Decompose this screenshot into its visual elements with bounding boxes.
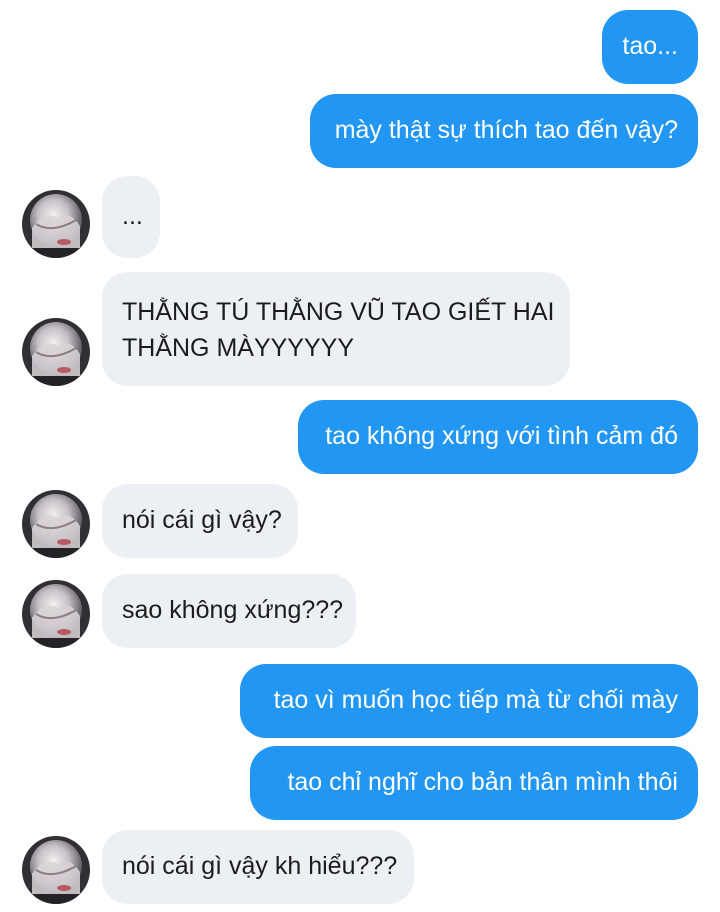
avatar-photo-icon — [22, 490, 90, 558]
avatar-photo-icon — [22, 318, 90, 386]
message-text: ... — [122, 202, 143, 230]
contact-avatar[interactable] — [22, 318, 90, 386]
received-message-bubble[interactable]: THẰNG TÚ THẰNG VŨ TAO GIẾT HAI THẰNG MÀY… — [102, 272, 570, 386]
message-text: mày thật sự thích tao đến vậy? — [334, 116, 678, 144]
message-text: tao chỉ nghĩ cho bản thân mình thôi — [287, 768, 678, 796]
avatar-photo-icon — [22, 190, 90, 258]
avatar-photo-icon — [22, 580, 90, 648]
received-message-bubble[interactable]: nói cái gì vậy kh hiểu??? — [102, 830, 414, 904]
sent-message-bubble[interactable]: tao không xứng với tình cảm đó — [298, 400, 698, 474]
message-text: tao... — [622, 32, 678, 60]
sent-message-bubble[interactable]: tao chỉ nghĩ cho bản thân mình thôi — [250, 746, 698, 820]
contact-avatar[interactable] — [22, 836, 90, 904]
message-text: tao vì muốn học tiếp mà từ chối mày — [273, 686, 678, 714]
avatar-photo-icon — [22, 836, 90, 904]
message-text: tao không xứng với tình cảm đó — [325, 422, 678, 450]
contact-avatar[interactable] — [22, 580, 90, 648]
sent-message-bubble[interactable]: mày thật sự thích tao đến vậy? — [310, 94, 698, 168]
received-message-bubble[interactable]: nói cái gì vậy? — [102, 484, 298, 558]
sent-message-bubble[interactable]: tao... — [602, 10, 698, 84]
received-message-bubble[interactable]: sao không xứng??? — [102, 574, 356, 648]
contact-avatar[interactable] — [22, 490, 90, 558]
message-text-line: THẰNG MÀYYYYYY — [122, 334, 354, 362]
message-text: nói cái gì vậy? — [122, 506, 282, 534]
message-text: nói cái gì vậy kh hiểu??? — [122, 852, 398, 880]
chat-thread: tao... mày thật sự thích tao đến vậy? ..… — [0, 0, 720, 912]
message-text-line: THẰNG TÚ THẰNG VŨ TAO GIẾT HAI — [122, 298, 555, 326]
message-text: sao không xứng??? — [122, 596, 344, 624]
contact-avatar[interactable] — [22, 190, 90, 258]
received-message-bubble[interactable]: ... — [102, 176, 160, 258]
sent-message-bubble[interactable]: tao vì muốn học tiếp mà từ chối mày — [240, 664, 698, 738]
